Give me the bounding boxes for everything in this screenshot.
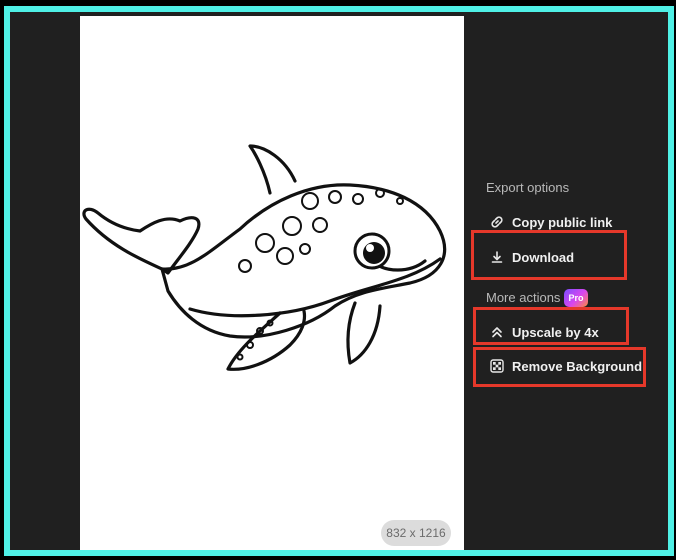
whale-coloring-illustration xyxy=(82,144,447,371)
upscale-highlight-box xyxy=(473,307,629,345)
export-panel: Export options Copy public link Download… xyxy=(472,12,668,550)
remove-background-highlight-box xyxy=(473,347,646,387)
image-dimensions-badge: 832 x 1216 xyxy=(381,520,451,546)
image-preview: 832 x 1216 xyxy=(80,16,464,550)
copy-public-link-label: Copy public link xyxy=(512,214,613,230)
download-highlight-box xyxy=(471,230,627,280)
pro-badge: Pro xyxy=(564,289,588,307)
app-frame: 832 x 1216 Export options Copy public li… xyxy=(4,6,674,556)
export-options-heading: Export options xyxy=(486,180,570,195)
copy-public-link-button[interactable]: Copy public link xyxy=(490,212,612,232)
more-actions-heading: More actions xyxy=(486,290,561,305)
link-icon xyxy=(490,215,504,229)
